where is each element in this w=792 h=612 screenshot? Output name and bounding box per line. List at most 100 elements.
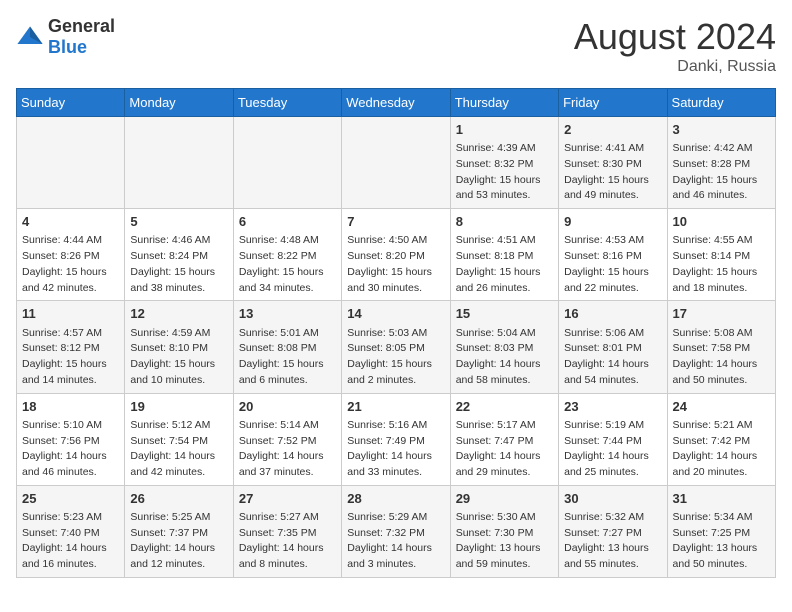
day-info: Sunrise: 4:55 AMSunset: 8:14 PMDaylight:…	[673, 233, 770, 296]
day-info: Sunrise: 5:29 AMSunset: 7:32 PMDaylight:…	[347, 510, 444, 573]
calendar-week-row: 11 Sunrise: 4:57 AMSunset: 8:12 PMDayligh…	[17, 301, 776, 393]
day-number: 23	[564, 398, 661, 416]
calendar-cell: 27 Sunrise: 5:27 AMSunset: 7:35 PMDayligh…	[233, 485, 341, 577]
calendar-cell	[233, 117, 341, 209]
day-info: Sunrise: 5:17 AMSunset: 7:47 PMDaylight:…	[456, 418, 553, 481]
calendar-day-header: Sunday	[17, 89, 125, 117]
calendar-cell: 8 Sunrise: 4:51 AMSunset: 8:18 PMDaylight…	[450, 209, 558, 301]
calendar-cell	[342, 117, 450, 209]
day-number: 12	[130, 305, 227, 323]
day-number: 19	[130, 398, 227, 416]
day-info: Sunrise: 4:51 AMSunset: 8:18 PMDaylight:…	[456, 233, 553, 296]
calendar-cell: 9Sunrise: 4:53 AMSunset: 8:16 PMDaylight…	[559, 209, 667, 301]
day-info: Sunrise: 4:44 AMSunset: 8:26 PMDaylight:…	[22, 233, 119, 296]
calendar-cell: 2 Sunrise: 4:41 AMSunset: 8:30 PMDaylight…	[559, 117, 667, 209]
calendar-cell: 23 Sunrise: 5:19 AMSunset: 7:44 PMDayligh…	[559, 393, 667, 485]
day-number: 28	[347, 490, 444, 508]
calendar-day-header: Monday	[125, 89, 233, 117]
calendar-cell	[125, 117, 233, 209]
day-number: 22	[456, 398, 553, 416]
day-info: Sunrise: 5:25 AMSunset: 7:37 PMDaylight:…	[130, 510, 227, 573]
day-info: Sunrise: 5:16 AMSunset: 7:49 PMDaylight:…	[347, 418, 444, 481]
calendar-cell: 4 Sunrise: 4:44 AMSunset: 8:26 PMDaylight…	[17, 209, 125, 301]
calendar-cell: 1Sunrise: 4:39 AMSunset: 8:32 PMDaylight…	[450, 117, 558, 209]
day-number: 27	[239, 490, 336, 508]
calendar-cell: 21 Sunrise: 5:16 AMSunset: 7:49 PMDayligh…	[342, 393, 450, 485]
day-number: 21	[347, 398, 444, 416]
month-title: August 2024	[574, 16, 776, 58]
logo-text: General Blue	[48, 16, 115, 58]
calendar-cell: 19Sunrise: 5:12 AMSunset: 7:54 PMDayligh…	[125, 393, 233, 485]
day-info: Sunrise: 5:23 AMSunset: 7:40 PMDaylight:…	[22, 510, 119, 573]
page-header: General Blue August 2024 Danki, Russia	[16, 16, 776, 76]
calendar-cell: 16 Sunrise: 5:06 AMSunset: 8:01 PMDayligh…	[559, 301, 667, 393]
calendar-header-row: SundayMondayTuesdayWednesdayThursdayFrid…	[17, 89, 776, 117]
day-number: 17	[673, 305, 770, 323]
calendar-cell: 30Sunrise: 5:32 AMSunset: 7:27 PMDayligh…	[559, 485, 667, 577]
calendar-cell: 25 Sunrise: 5:23 AMSunset: 7:40 PMDayligh…	[17, 485, 125, 577]
calendar-cell: 31Sunrise: 5:34 AMSunset: 7:25 PMDayligh…	[667, 485, 775, 577]
day-number: 9	[564, 213, 661, 231]
calendar-cell: 3 Sunrise: 4:42 AMSunset: 8:28 PMDaylight…	[667, 117, 775, 209]
day-info: Sunrise: 5:19 AMSunset: 7:44 PMDaylight:…	[564, 418, 661, 481]
day-number: 7	[347, 213, 444, 231]
day-info: Sunrise: 4:57 AMSunset: 8:12 PMDaylight:…	[22, 326, 119, 389]
day-info: Sunrise: 5:21 AMSunset: 7:42 PMDaylight:…	[673, 418, 770, 481]
day-number: 15	[456, 305, 553, 323]
calendar-cell: 6 Sunrise: 4:48 AMSunset: 8:22 PMDaylight…	[233, 209, 341, 301]
day-number: 2	[564, 121, 661, 139]
logo-icon	[16, 23, 44, 51]
calendar-day-header: Wednesday	[342, 89, 450, 117]
day-info: Sunrise: 4:41 AMSunset: 8:30 PMDaylight:…	[564, 141, 661, 204]
calendar-cell: 13Sunrise: 5:01 AMSunset: 8:08 PMDayligh…	[233, 301, 341, 393]
calendar-cell: 5 Sunrise: 4:46 AMSunset: 8:24 PMDaylight…	[125, 209, 233, 301]
day-number: 20	[239, 398, 336, 416]
day-number: 10	[673, 213, 770, 231]
day-number: 8	[456, 213, 553, 231]
calendar-table: SundayMondayTuesdayWednesdayThursdayFrid…	[16, 88, 776, 578]
day-info: Sunrise: 4:39 AMSunset: 8:32 PMDaylight:…	[456, 141, 553, 204]
day-number: 13	[239, 305, 336, 323]
location: Danki, Russia	[574, 58, 776, 76]
calendar-week-row: 4 Sunrise: 4:44 AMSunset: 8:26 PMDaylight…	[17, 209, 776, 301]
day-info: Sunrise: 4:46 AMSunset: 8:24 PMDaylight:…	[130, 233, 227, 296]
title-block: August 2024 Danki, Russia	[574, 16, 776, 76]
day-number: 6	[239, 213, 336, 231]
logo: General Blue	[16, 16, 115, 58]
day-info: Sunrise: 5:27 AMSunset: 7:35 PMDaylight:…	[239, 510, 336, 573]
day-info: Sunrise: 5:30 AMSunset: 7:30 PMDaylight:…	[456, 510, 553, 573]
calendar-day-header: Saturday	[667, 89, 775, 117]
day-info: Sunrise: 4:59 AMSunset: 8:10 PMDaylight:…	[130, 326, 227, 389]
day-number: 3	[673, 121, 770, 139]
calendar-cell: 11 Sunrise: 4:57 AMSunset: 8:12 PMDayligh…	[17, 301, 125, 393]
day-info: Sunrise: 5:08 AMSunset: 7:58 PMDaylight:…	[673, 326, 770, 389]
day-number: 24	[673, 398, 770, 416]
day-number: 31	[673, 490, 770, 508]
calendar-cell: 29Sunrise: 5:30 AMSunset: 7:30 PMDayligh…	[450, 485, 558, 577]
calendar-cell: 20Sunrise: 5:14 AMSunset: 7:52 PMDayligh…	[233, 393, 341, 485]
day-info: Sunrise: 5:06 AMSunset: 8:01 PMDaylight:…	[564, 326, 661, 389]
calendar-week-row: 1Sunrise: 4:39 AMSunset: 8:32 PMDaylight…	[17, 117, 776, 209]
day-number: 25	[22, 490, 119, 508]
day-number: 11	[22, 305, 119, 323]
day-number: 18	[22, 398, 119, 416]
day-info: Sunrise: 4:42 AMSunset: 8:28 PMDaylight:…	[673, 141, 770, 204]
day-info: Sunrise: 5:03 AMSunset: 8:05 PMDaylight:…	[347, 326, 444, 389]
day-number: 4	[22, 213, 119, 231]
calendar-cell: 22 Sunrise: 5:17 AMSunset: 7:47 PMDayligh…	[450, 393, 558, 485]
calendar-cell	[17, 117, 125, 209]
day-number: 26	[130, 490, 227, 508]
calendar-cell: 24 Sunrise: 5:21 AMSunset: 7:42 PMDayligh…	[667, 393, 775, 485]
day-number: 30	[564, 490, 661, 508]
calendar-cell: 15Sunrise: 5:04 AMSunset: 8:03 PMDayligh…	[450, 301, 558, 393]
calendar-week-row: 25 Sunrise: 5:23 AMSunset: 7:40 PMDayligh…	[17, 485, 776, 577]
day-number: 16	[564, 305, 661, 323]
calendar-cell: 14Sunrise: 5:03 AMSunset: 8:05 PMDayligh…	[342, 301, 450, 393]
day-number: 5	[130, 213, 227, 231]
day-info: Sunrise: 4:50 AMSunset: 8:20 PMDaylight:…	[347, 233, 444, 296]
calendar-cell: 12 Sunrise: 4:59 AMSunset: 8:10 PMDayligh…	[125, 301, 233, 393]
calendar-day-header: Friday	[559, 89, 667, 117]
calendar-cell: 18Sunrise: 5:10 AMSunset: 7:56 PMDayligh…	[17, 393, 125, 485]
calendar-cell: 28 Sunrise: 5:29 AMSunset: 7:32 PMDayligh…	[342, 485, 450, 577]
day-info: Sunrise: 4:48 AMSunset: 8:22 PMDaylight:…	[239, 233, 336, 296]
